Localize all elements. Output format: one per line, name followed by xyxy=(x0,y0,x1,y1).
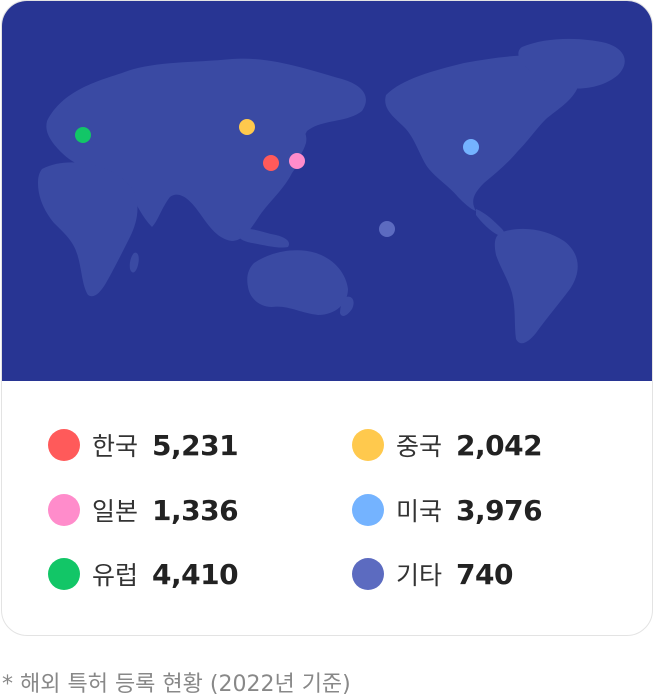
stat-label: 기타 xyxy=(396,561,443,590)
stat-value: 2,042 xyxy=(456,428,543,462)
stat-value: 1,336 xyxy=(152,493,239,527)
stats-legend: 한국 5,231 중국 2,042 일본 1,336 미국 3,976 유럽 4… xyxy=(2,381,652,635)
patent-registration-card: 한국 5,231 중국 2,042 일본 1,336 미국 3,976 유럽 4… xyxy=(1,0,653,636)
stat-value: 740 xyxy=(456,557,513,591)
stat-china: 중국 2,042 xyxy=(352,425,543,465)
china-dot-icon xyxy=(352,429,384,461)
korea-dot-icon xyxy=(48,429,80,461)
usa-marker xyxy=(463,139,479,155)
stat-label: 중국 xyxy=(396,432,443,461)
footnote: * 해외 특허 등록 현황 (2022년 기준) xyxy=(2,672,351,697)
stat-usa: 미국 3,976 xyxy=(352,490,543,530)
china-marker xyxy=(239,119,255,135)
world-map-graphic xyxy=(38,38,625,344)
stat-label: 일본 xyxy=(92,497,139,526)
stat-label: 유럽 xyxy=(92,561,139,590)
japan-dot-icon xyxy=(48,494,80,526)
usa-dot-icon xyxy=(352,494,384,526)
japan-marker xyxy=(289,153,305,169)
stat-other: 기타 740 xyxy=(352,554,513,594)
other-marker xyxy=(379,221,395,237)
europe-marker xyxy=(75,127,91,143)
stat-value: 4,410 xyxy=(152,557,239,591)
stat-japan: 일본 1,336 xyxy=(48,490,239,530)
stat-value: 3,976 xyxy=(456,493,543,527)
korea-marker xyxy=(263,155,279,171)
stat-label: 한국 xyxy=(92,432,139,461)
europe-dot-icon xyxy=(48,558,80,590)
stat-value: 5,231 xyxy=(152,428,239,462)
world-map xyxy=(2,1,652,381)
stat-korea: 한국 5,231 xyxy=(48,425,239,465)
other-dot-icon xyxy=(352,558,384,590)
stat-europe: 유럽 4,410 xyxy=(48,554,239,594)
stat-label: 미국 xyxy=(396,497,443,526)
